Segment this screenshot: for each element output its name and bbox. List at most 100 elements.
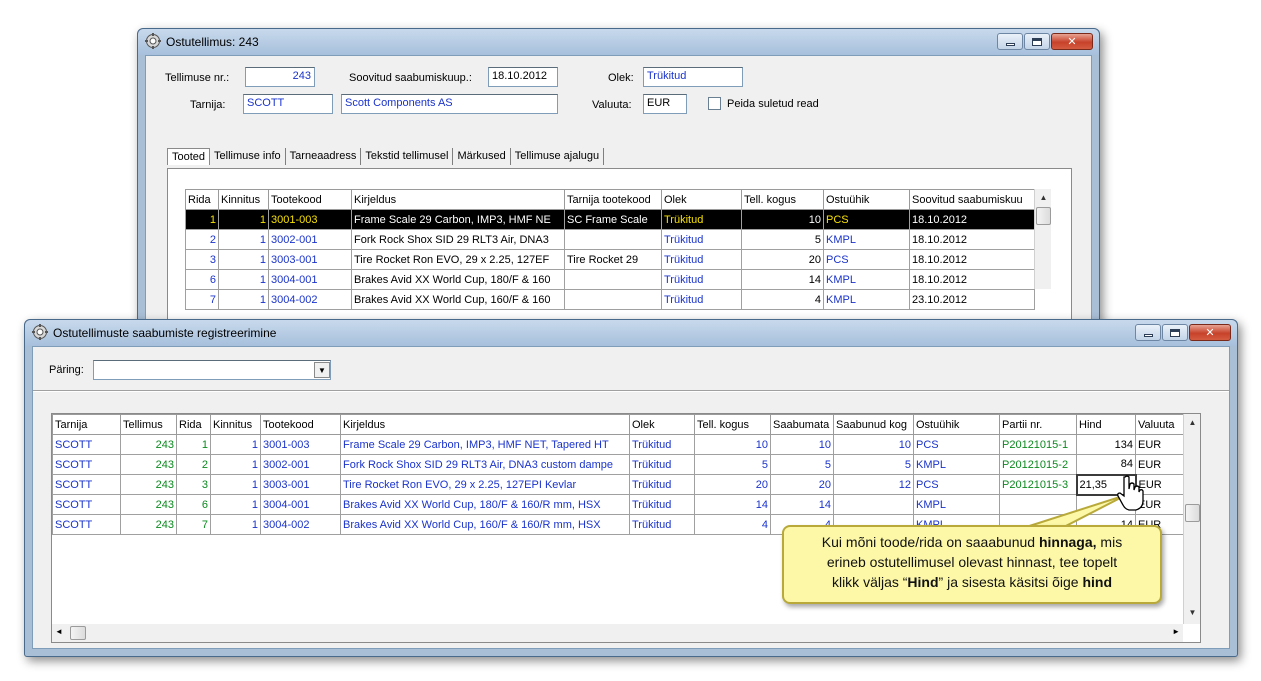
table-row[interactable]: 6 1 3004-001 Brakes Avid XX World Cup, 1… bbox=[185, 269, 1035, 290]
cell-tootekood[interactable]: 3002-001 bbox=[260, 454, 341, 475]
cell-olek[interactable]: Trükitud bbox=[629, 474, 695, 495]
cell-kogus[interactable]: 10 bbox=[741, 209, 824, 230]
col-tellimus[interactable]: Tellimus bbox=[120, 414, 177, 435]
cell-tarnija[interactable]: SCOTT bbox=[52, 454, 121, 475]
table-row[interactable]: SCOTT 243 1 1 3001-003 Frame Scale 29 Ca… bbox=[52, 434, 1184, 455]
cell-kirjeldus[interactable]: Fork Rock Shox SID 29 RLT3 Air, DNA3 bbox=[351, 229, 565, 250]
col-kinnitus[interactable]: Kinnitus bbox=[218, 189, 269, 210]
cell-olek[interactable]: Trükitud bbox=[661, 229, 742, 250]
col-rida[interactable]: Rida bbox=[176, 414, 211, 435]
col-tell-kogus[interactable]: Tell. kogus bbox=[694, 414, 771, 435]
vertical-scrollbar[interactable]: ▲ ▼ bbox=[1183, 414, 1200, 624]
cell-tarnija[interactable]: SCOTT bbox=[52, 494, 121, 515]
cell-kinnitus[interactable]: 1 bbox=[218, 229, 269, 250]
minimize-button[interactable] bbox=[1135, 324, 1161, 341]
maximize-button[interactable] bbox=[1162, 324, 1188, 341]
tab-markused[interactable]: Märkused bbox=[453, 148, 511, 165]
cell-kirjeldus[interactable]: Frame Scale 29 Carbon, IMP3, HMF NET, Ta… bbox=[340, 434, 630, 455]
cell-kuup[interactable]: 18.10.2012 bbox=[909, 249, 1035, 270]
cell-kinnitus[interactable]: 1 bbox=[210, 454, 261, 475]
table-row[interactable]: SCOTT 243 3 1 3003-001 Tire Rocket Ron E… bbox=[52, 473, 1184, 496]
tab-tellimuse-ajalugu[interactable]: Tellimuse ajalugu bbox=[511, 148, 605, 165]
cell-kinnitus[interactable]: 1 bbox=[210, 474, 261, 495]
currency-field[interactable]: EUR bbox=[643, 94, 687, 114]
tab-tellimuse-info[interactable]: Tellimuse info bbox=[210, 148, 286, 165]
table-row[interactable]: SCOTT 243 2 1 3002-001 Fork Rock Shox SI… bbox=[52, 454, 1184, 475]
cell-rida[interactable]: 1 bbox=[185, 209, 219, 230]
cell-olek[interactable]: Trükitud bbox=[661, 209, 742, 230]
cell-kogus[interactable]: 10 bbox=[694, 434, 771, 455]
cell-kuup[interactable]: 18.10.2012 bbox=[909, 209, 1035, 230]
col-tarnija[interactable]: Tarnija bbox=[52, 414, 121, 435]
col-kirjeldus[interactable]: Kirjeldus bbox=[340, 414, 630, 435]
cell-tootekood[interactable]: 3004-002 bbox=[268, 289, 352, 310]
query-dropdown-button[interactable]: ▼ bbox=[314, 362, 330, 378]
cell-kirjeldus[interactable]: Brakes Avid XX World Cup, 180/F & 160 bbox=[351, 269, 565, 290]
cell-yhik[interactable]: KMPL bbox=[823, 269, 910, 290]
cell-kirjeldus[interactable]: Brakes Avid XX World Cup, 160/F & 160/R … bbox=[340, 514, 630, 535]
col-rida[interactable]: Rida bbox=[185, 189, 219, 210]
cell-rida[interactable]: 1 bbox=[176, 434, 211, 455]
cell-tootekood[interactable]: 3003-001 bbox=[268, 249, 352, 270]
cell-kogus[interactable]: 5 bbox=[741, 229, 824, 250]
cell-valuuta[interactable]: EUR bbox=[1135, 434, 1184, 455]
col-ostuyhik[interactable]: Ostuühik bbox=[913, 414, 1000, 435]
cell-tarnija-kood[interactable]: Tire Rocket 29 bbox=[564, 249, 662, 270]
cell-tootekood[interactable]: 3002-001 bbox=[268, 229, 352, 250]
cell-kinnitus[interactable]: 1 bbox=[210, 494, 261, 515]
supplier-name-field[interactable]: Scott Components AS bbox=[341, 94, 558, 114]
cell-tootekood[interactable]: 3003-001 bbox=[260, 474, 341, 495]
col-saabunud-kogus[interactable]: Saabunud kog bbox=[833, 414, 914, 435]
col-olek[interactable]: Olek bbox=[661, 189, 742, 210]
close-button[interactable]: ✕ bbox=[1051, 33, 1093, 50]
table-row[interactable]: 7 1 3004-002 Brakes Avid XX World Cup, 1… bbox=[185, 289, 1035, 310]
cell-kuup[interactable]: 18.10.2012 bbox=[909, 269, 1035, 290]
cell-saabumata[interactable]: 5 bbox=[770, 454, 834, 475]
tab-tekstid-tellimusel[interactable]: Tekstid tellimusel bbox=[361, 148, 454, 165]
cell-kuup[interactable]: 18.10.2012 bbox=[909, 229, 1035, 250]
cell-saabunud[interactable] bbox=[833, 494, 914, 515]
maximize-button[interactable] bbox=[1024, 33, 1050, 50]
col-partii-nr[interactable]: Partii nr. bbox=[999, 414, 1077, 435]
cell-hind[interactable]: 84 bbox=[1076, 454, 1136, 475]
tab-tarneaadress[interactable]: Tarneaadress bbox=[286, 148, 362, 165]
scroll-down-icon[interactable]: ▼ bbox=[1184, 604, 1201, 621]
cell-yhik[interactable]: PCS bbox=[913, 474, 1000, 495]
hide-closed-checkbox[interactable] bbox=[708, 97, 721, 110]
cell-olek[interactable]: Trükitud bbox=[629, 454, 695, 475]
table-row[interactable]: 2 1 3002-001 Fork Rock Shox SID 29 RLT3 … bbox=[185, 229, 1035, 250]
cell-yhik[interactable]: KMPL bbox=[913, 494, 1000, 515]
cell-yhik[interactable]: PCS bbox=[913, 434, 1000, 455]
col-kinnitus[interactable]: Kinnitus bbox=[210, 414, 261, 435]
cell-tootekood[interactable]: 3004-001 bbox=[268, 269, 352, 290]
cell-kirjeldus[interactable]: Frame Scale 29 Carbon, IMP3, HMF NE bbox=[351, 209, 565, 230]
cell-yhik[interactable]: KMPL bbox=[913, 454, 1000, 475]
h-scroll-thumb[interactable] bbox=[70, 626, 86, 640]
order-nr-field[interactable]: 243 bbox=[245, 67, 315, 87]
cell-hind[interactable]: 134 bbox=[1076, 434, 1136, 455]
table-row-selected[interactable]: 1 1 3001-003 Frame Scale 29 Carbon, IMP3… bbox=[185, 209, 1035, 230]
cell-olek[interactable]: Trükitud bbox=[661, 289, 742, 310]
cell-saabumata[interactable]: 10 bbox=[770, 434, 834, 455]
arrival-date-field[interactable]: 18.10.2012 bbox=[488, 67, 558, 87]
cell-kogus[interactable]: 4 bbox=[694, 514, 771, 535]
col-kirjeldus[interactable]: Kirjeldus bbox=[351, 189, 565, 210]
supplier-code-field[interactable]: SCOTT bbox=[243, 94, 333, 114]
scroll-up-icon[interactable]: ▲ bbox=[1184, 414, 1201, 431]
cell-kinnitus[interactable]: 1 bbox=[218, 249, 269, 270]
scroll-right-icon[interactable]: ► bbox=[1172, 627, 1180, 636]
col-hind[interactable]: Hind bbox=[1076, 414, 1136, 435]
cell-rida[interactable]: 3 bbox=[185, 249, 219, 270]
cell-partii[interactable]: P20121015-3 bbox=[999, 474, 1077, 495]
cell-tellimus[interactable]: 243 bbox=[120, 454, 177, 475]
cell-kirjeldus[interactable]: Brakes Avid XX World Cup, 160/F & 160 bbox=[351, 289, 565, 310]
cell-olek[interactable]: Trükitud bbox=[661, 269, 742, 290]
cell-tarnija[interactable]: SCOTT bbox=[52, 474, 121, 495]
table-row[interactable]: 3 1 3003-001 Tire Rocket Ron EVO, 29 x 2… bbox=[185, 249, 1035, 270]
title-bar[interactable]: Ostutellimuste saabumiste registreerimin… bbox=[25, 320, 1237, 346]
cell-olek[interactable]: Trükitud bbox=[629, 434, 695, 455]
cell-rida[interactable]: 3 bbox=[176, 474, 211, 495]
tab-tooted[interactable]: Tooted bbox=[167, 148, 211, 165]
cell-kogus[interactable]: 14 bbox=[741, 269, 824, 290]
cell-kirjeldus[interactable]: Brakes Avid XX World Cup, 180/F & 160/R … bbox=[340, 494, 630, 515]
